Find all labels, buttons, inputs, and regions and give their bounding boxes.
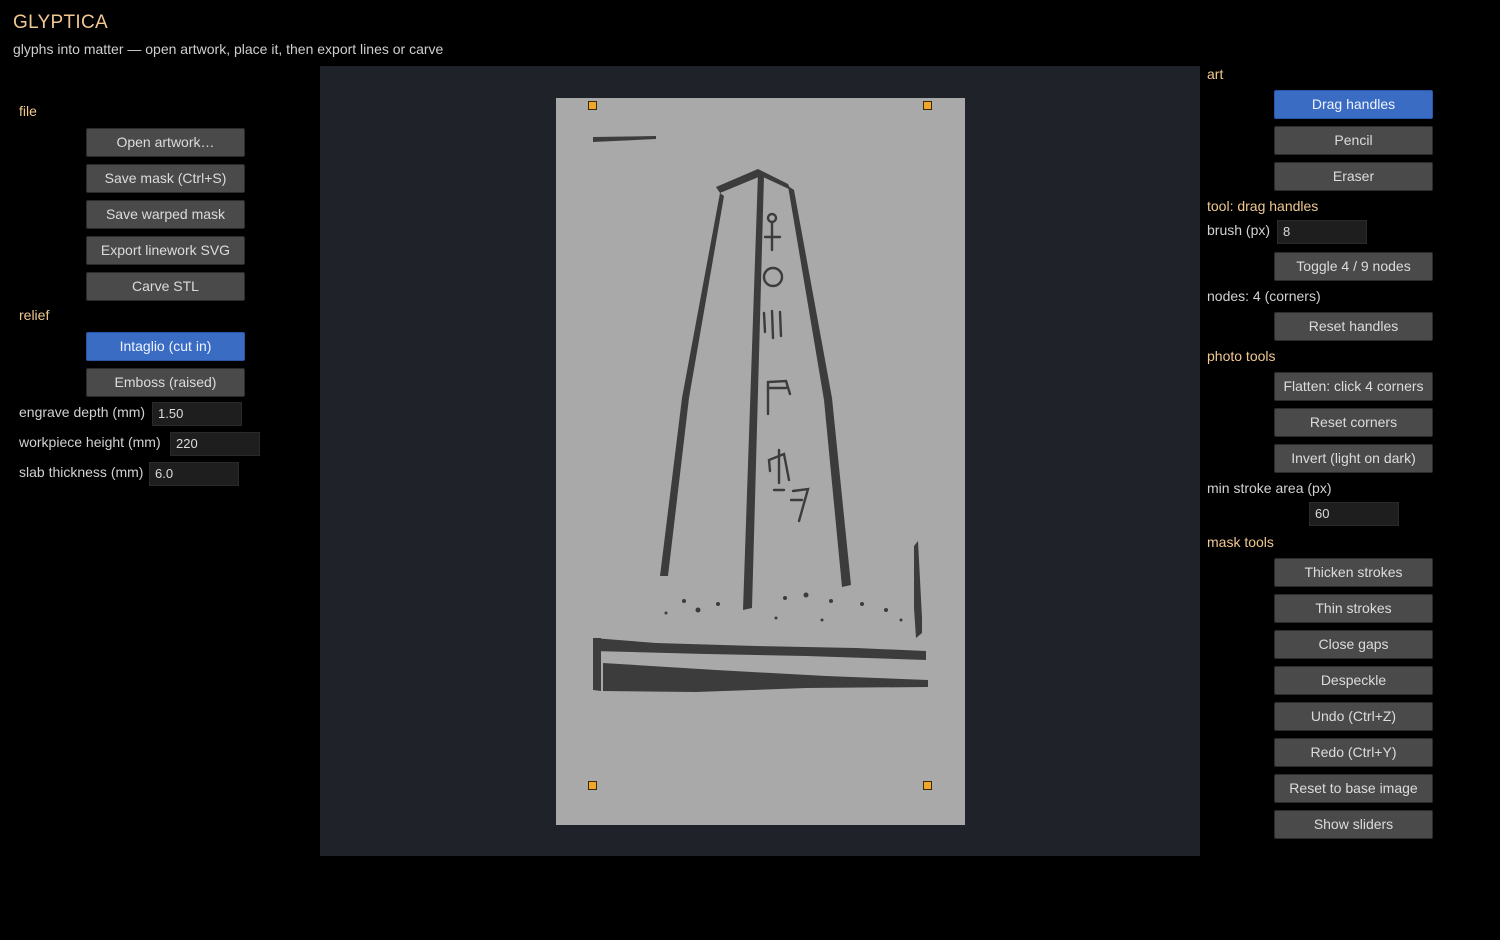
open-artwork-button[interactable]: Open artwork… bbox=[86, 128, 245, 157]
workpiece-height-label: workpiece height (mm) bbox=[19, 434, 161, 450]
show-sliders-button[interactable]: Show sliders bbox=[1274, 810, 1433, 839]
close-gaps-button[interactable]: Close gaps bbox=[1274, 630, 1433, 659]
min-stroke-field[interactable]: 60 bbox=[1309, 502, 1399, 526]
tool-status: tool: drag handles bbox=[1207, 198, 1319, 214]
relief-section-label: relief bbox=[19, 307, 50, 323]
corner-handle-top-left[interactable] bbox=[588, 101, 597, 110]
pencil-button[interactable]: Pencil bbox=[1274, 126, 1433, 155]
reset-corners-button[interactable]: Reset corners bbox=[1274, 408, 1433, 437]
thicken-strokes-button[interactable]: Thicken strokes bbox=[1274, 558, 1433, 587]
despeckle-button[interactable]: Despeckle bbox=[1274, 666, 1433, 695]
brush-label: brush (px) bbox=[1207, 222, 1271, 238]
undo-button[interactable]: Undo (Ctrl+Z) bbox=[1274, 702, 1433, 731]
min-stroke-label: min stroke area (px) bbox=[1207, 480, 1332, 496]
slab-thickness-field[interactable]: 6.0 bbox=[149, 462, 239, 486]
corner-handle-top-right[interactable] bbox=[923, 101, 932, 110]
corner-handle-bottom-right[interactable] bbox=[923, 781, 932, 790]
toggle-nodes-button[interactable]: Toggle 4 / 9 nodes bbox=[1274, 252, 1433, 281]
photo-tools-label: photo tools bbox=[1207, 348, 1276, 364]
export-linework-svg-button[interactable]: Export linework SVG bbox=[86, 236, 245, 265]
app-title: GLYPTICA bbox=[13, 12, 108, 33]
flatten-corners-button[interactable]: Flatten: click 4 corners bbox=[1274, 372, 1433, 401]
art-section-label: art bbox=[1207, 66, 1224, 82]
drag-handles-button[interactable]: Drag handles bbox=[1274, 90, 1433, 119]
mask-tools-label: mask tools bbox=[1207, 534, 1274, 550]
brush-size-field[interactable]: 8 bbox=[1277, 220, 1367, 244]
save-warped-mask-button[interactable]: Save warped mask bbox=[86, 200, 245, 229]
file-section-label: file bbox=[19, 103, 37, 119]
reset-base-image-button[interactable]: Reset to base image bbox=[1274, 774, 1433, 803]
thin-strokes-button[interactable]: Thin strokes bbox=[1274, 594, 1433, 623]
save-mask-button[interactable]: Save mask (Ctrl+S) bbox=[86, 164, 245, 193]
intaglio-button[interactable]: Intaglio (cut in) bbox=[86, 332, 245, 361]
engrave-depth-field[interactable]: 1.50 bbox=[152, 402, 242, 426]
artwork-preview[interactable] bbox=[556, 98, 965, 825]
reset-handles-button[interactable]: Reset handles bbox=[1274, 312, 1433, 341]
redo-button[interactable]: Redo (Ctrl+Y) bbox=[1274, 738, 1433, 767]
eraser-button[interactable]: Eraser bbox=[1274, 162, 1433, 191]
workpiece-height-field[interactable]: 220 bbox=[170, 432, 260, 456]
engrave-depth-label: engrave depth (mm) bbox=[19, 404, 146, 420]
carve-stl-button[interactable]: Carve STL bbox=[86, 272, 245, 301]
invert-button[interactable]: Invert (light on dark) bbox=[1274, 444, 1433, 473]
nodes-status: nodes: 4 (corners) bbox=[1207, 288, 1321, 304]
corner-handle-bottom-left[interactable] bbox=[588, 781, 597, 790]
slab-thickness-label: slab thickness (mm) bbox=[19, 464, 144, 480]
emboss-button[interactable]: Emboss (raised) bbox=[86, 368, 245, 397]
app-subtitle: glyphs into matter — open artwork, place… bbox=[13, 41, 444, 57]
obelisk-artwork bbox=[593, 136, 928, 692]
